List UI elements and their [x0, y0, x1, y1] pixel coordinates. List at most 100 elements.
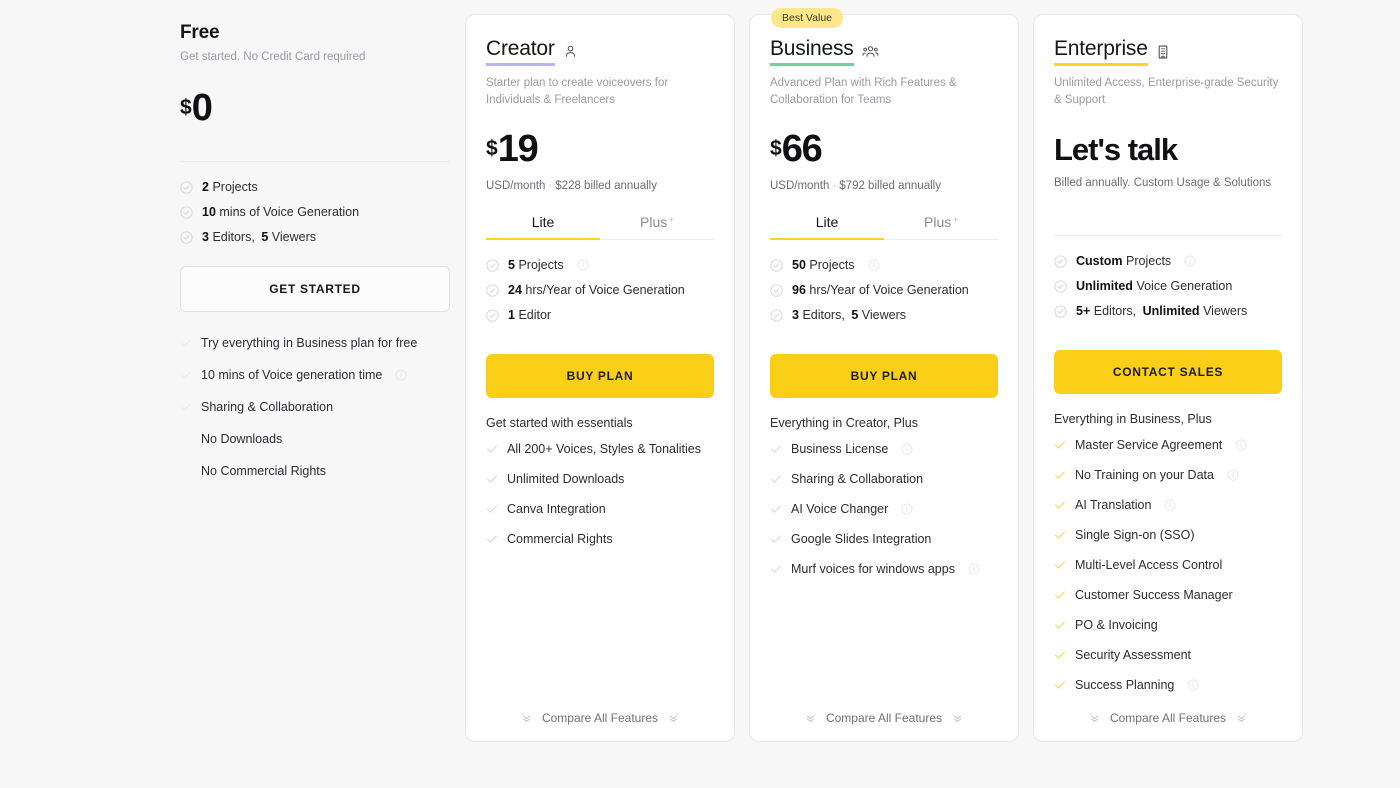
double-chevron-down-icon — [522, 715, 531, 722]
benefit-heading-enterprise: Everything in Business, Plus — [1054, 412, 1212, 427]
benefit-label: Business License — [791, 442, 889, 457]
contact-sales-button[interactable]: CONTACT SALES — [1054, 350, 1282, 395]
price-free: $ 0 — [180, 89, 450, 127]
spec-item: 5 Projects — [486, 258, 714, 272]
billing-annual: $228 billed annually — [555, 180, 657, 193]
info-icon[interactable] — [1184, 255, 1196, 267]
plan-card-enterprise: Enterprise Unlimited Access, Enterprise-… — [1033, 14, 1303, 742]
tab-plus[interactable]: Plus + — [884, 214, 998, 239]
check-icon — [1055, 501, 1065, 510]
info-icon[interactable] — [1227, 469, 1239, 481]
benefit-item: No Training on your Data — [1054, 468, 1282, 482]
plan-subtitle-business: Advanced Plan with Rich Features & Colla… — [770, 77, 957, 106]
spec-label: hrs/Year of Voice Generation — [525, 283, 685, 298]
info-icon[interactable] — [1187, 679, 1199, 691]
plan-title-business: Business — [770, 37, 854, 67]
benefit-item: Canva Integration — [486, 502, 714, 516]
benefit-item: Commercial Rights — [486, 532, 714, 546]
no-check-placeholder — [180, 433, 192, 445]
check-icon — [771, 475, 781, 484]
info-icon[interactable] — [577, 259, 589, 271]
plan-title-free: Free — [180, 22, 220, 43]
benefit-label: Single Sign-on (SSO) — [1075, 528, 1195, 543]
check-icon — [181, 339, 191, 347]
price-enterprise: Let's talk — [1054, 132, 1178, 168]
benefit-label: Sharing & Collaboration — [201, 400, 334, 414]
spec-value: 50 — [792, 258, 806, 273]
check-icon — [487, 535, 497, 544]
get-started-button[interactable]: GET STARTED — [180, 266, 450, 312]
compare-all-features-business[interactable]: Compare All Features — [750, 711, 1018, 725]
check-icon — [1055, 591, 1065, 600]
spec-label: Projects — [518, 258, 564, 273]
spec-label: Projects — [212, 180, 258, 194]
info-icon[interactable] — [1164, 499, 1176, 511]
circle-check-icon — [770, 284, 783, 297]
spec-value: 5 — [508, 258, 515, 273]
plan-tier-tabs-business: Lite Plus + — [770, 214, 998, 241]
buy-plan-button[interactable]: BUY PLAN — [770, 354, 998, 399]
spec-label: mins of Voice Generation — [219, 205, 360, 219]
info-icon[interactable] — [395, 369, 407, 381]
info-icon[interactable] — [901, 443, 913, 455]
price-currency: $ — [180, 96, 192, 119]
plan-header-enterprise: Enterprise — [1054, 37, 1282, 67]
benefit-label: Customer Success Manager — [1075, 588, 1233, 603]
spec-label: Projects — [809, 258, 855, 273]
check-icon — [771, 505, 781, 514]
check-icon — [1055, 621, 1065, 630]
circle-check-icon — [770, 309, 783, 322]
double-chevron-down-icon — [669, 715, 678, 722]
spec-value: 3 — [792, 308, 799, 323]
single-person-icon — [565, 45, 575, 57]
spec-value: 24 — [508, 283, 522, 298]
compare-all-features-creator[interactable]: Compare All Features — [466, 711, 734, 725]
spec-item: 3 Editors, 5 Viewers — [770, 308, 998, 322]
tab-plus[interactable]: Plus + — [600, 214, 714, 239]
circle-check-icon — [1054, 280, 1067, 293]
check-icon — [1055, 561, 1065, 570]
spec-label-2: Viewers — [271, 230, 316, 244]
plan-card-free: Free Get started. No Credit Card require… — [180, 14, 450, 478]
check-icon — [771, 565, 781, 574]
spec-list-business: 50 Projects 96 hrs/Year of Voice Generat… — [770, 258, 998, 322]
spec-list-enterprise: Custom Projects Unlimited Voice Generati… — [1054, 254, 1282, 318]
info-icon[interactable] — [868, 259, 880, 271]
pricing-page: Free Get started. No Credit Card require… — [0, 0, 1400, 788]
tab-lite[interactable]: Lite — [486, 214, 600, 241]
spec-value: 3 — [202, 230, 209, 244]
benefit-item: Master Service Agreement — [1054, 438, 1282, 452]
benefit-item: Multi-Level Access Control — [1054, 558, 1282, 572]
spec-label-2: Viewers — [1203, 304, 1248, 319]
info-icon[interactable] — [1235, 439, 1247, 451]
double-chevron-down-icon — [1237, 715, 1246, 722]
circle-check-icon — [180, 205, 193, 219]
benefit-item: Murf voices for windows apps — [770, 562, 998, 576]
benefit-label: AI Translation — [1075, 498, 1152, 513]
check-icon — [1055, 531, 1065, 540]
best-value-badge: Best Value — [771, 8, 844, 28]
benefit-item: No Commercial Rights — [180, 464, 450, 478]
circle-check-icon — [486, 284, 499, 297]
plan-card-business: Business Advanced Plan with Rich Feature… — [749, 14, 1019, 742]
double-chevron-down-icon — [953, 715, 962, 722]
info-icon[interactable] — [968, 563, 980, 575]
benefit-item: Customer Success Manager — [1054, 588, 1282, 602]
benefit-item: Sharing & Collaboration — [770, 472, 998, 486]
billing-period: USD/month — [486, 180, 546, 193]
benefit-label: Sharing & Collaboration — [791, 472, 924, 487]
divider — [180, 161, 450, 162]
benefit-item: Security Assessment — [1054, 648, 1282, 662]
buy-plan-button[interactable]: BUY PLAN — [486, 354, 714, 399]
tab-lite[interactable]: Lite — [770, 214, 884, 241]
circle-check-icon — [1054, 255, 1067, 268]
benefit-label: 10 mins of Voice generation time — [201, 368, 383, 382]
compare-all-features-enterprise[interactable]: Compare All Features — [1034, 711, 1302, 725]
billing-info-creator: USD/month · $228 billed annually — [486, 180, 657, 193]
info-icon[interactable] — [901, 503, 913, 515]
spec-item: 24 hrs/Year of Voice Generation — [486, 283, 714, 297]
spec-value: 2 — [202, 180, 209, 194]
check-icon — [181, 371, 191, 379]
plan-header-business: Business — [770, 37, 998, 67]
check-icon — [1055, 441, 1065, 450]
